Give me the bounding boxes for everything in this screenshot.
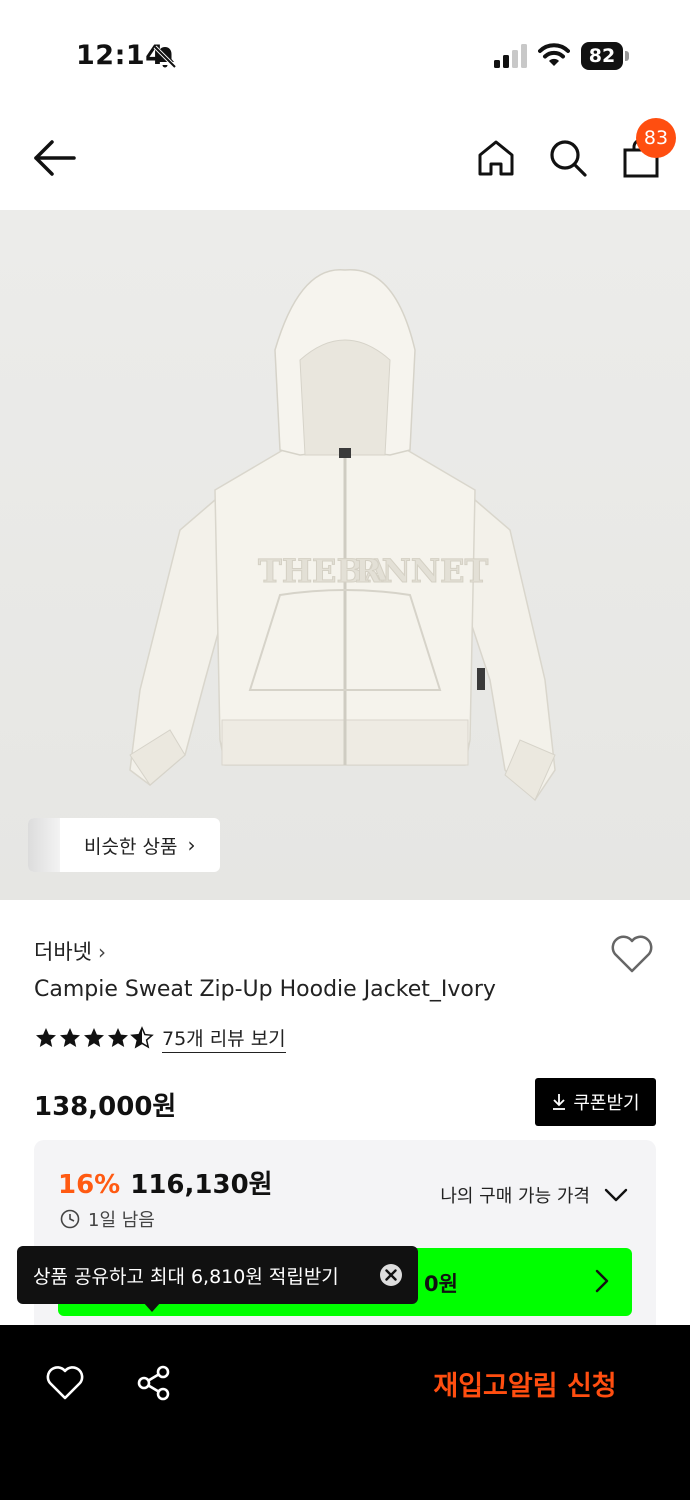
original-price: 138,000원 (34, 1092, 177, 1122)
top-nav: 83 (0, 110, 690, 210)
battery-indicator: 82 (581, 42, 629, 70)
home-icon[interactable] (477, 139, 515, 177)
coupon-button[interactable]: 쿠폰받기 (535, 1078, 656, 1126)
chevron-right-icon (595, 1269, 609, 1293)
wifi-icon (538, 43, 570, 66)
benefit-price-text: 0원 (424, 1272, 458, 1296)
heart-outline-icon[interactable] (46, 1365, 84, 1401)
cart-count-badge: 83 (636, 118, 676, 158)
rating-row: 75개 리뷰 보기 (34, 1024, 286, 1053)
chevron-right-icon: › (187, 833, 196, 857)
hoodie-image: THEBA RNNET (0, 210, 690, 900)
search-icon[interactable] (548, 138, 588, 178)
status-bar: 12:14 82 (0, 0, 690, 110)
sale-price: 116,130원 (130, 1170, 273, 1200)
similar-products-label: 비슷한 상품 (84, 835, 178, 858)
battery-level: 82 (581, 42, 623, 70)
star-icon (60, 1028, 80, 1047)
restock-alert-button[interactable]: 재입고알림 신청 (400, 1355, 650, 1411)
review-link[interactable]: 75개 리뷰 보기 (162, 1024, 286, 1053)
my-price-toggle[interactable]: 나의 구매 가능 가격 (440, 1182, 628, 1208)
star-icon (84, 1028, 104, 1047)
heart-outline-icon[interactable] (610, 934, 654, 974)
brand-name: 더바넷 (34, 940, 92, 964)
similar-thumbnail (28, 818, 60, 872)
close-icon[interactable] (379, 1263, 403, 1287)
share-reward-tooltip: 상품 공유하고 최대 6,810원 적립받기 (17, 1246, 418, 1312)
discount-row: 16% 116,130원 (58, 1164, 273, 1201)
time-left: 1일 남음 (88, 1210, 155, 1231)
tooltip-text: 상품 공유하고 최대 6,810원 적립받기 (33, 1266, 339, 1288)
time-left-row: 1일 남음 (60, 1206, 155, 1232)
star-rating (34, 1026, 154, 1050)
chevron-right-icon: › (97, 940, 106, 964)
svg-text:RNNET: RNNET (355, 552, 488, 590)
tooltip-arrow (143, 1302, 161, 1312)
half-star-icon (130, 1026, 154, 1049)
clock-icon (60, 1209, 80, 1229)
coupon-label: 쿠폰받기 (573, 1093, 640, 1114)
download-icon (553, 1094, 566, 1110)
signal-icon (494, 44, 527, 68)
similar-products-button[interactable]: 비슷한 상품 › (28, 818, 220, 872)
star-icon (36, 1028, 56, 1047)
battery-tip (625, 51, 629, 61)
price-box: 16% 116,130원 1일 남음 나의 구매 가능 가격 0원 (34, 1140, 656, 1340)
my-price-label: 나의 구매 가능 가격 (440, 1186, 590, 1207)
back-arrow-icon[interactable] (32, 138, 78, 178)
brand-link[interactable]: 더바넷 › (34, 936, 106, 966)
share-icon[interactable] (136, 1365, 172, 1401)
product-image[interactable]: THEBA RNNET 비슷한 상품 › (0, 210, 690, 900)
bell-slash-icon (153, 45, 177, 69)
discount-rate: 16% (58, 1170, 121, 1200)
chevron-down-icon (604, 1188, 628, 1202)
product-title: Campie Sweat Zip-Up Hoodie Jacket_Ivory (34, 977, 496, 1002)
star-icon (108, 1028, 128, 1047)
bottom-action-bar: 재입고알림 신청 (0, 1325, 690, 1500)
